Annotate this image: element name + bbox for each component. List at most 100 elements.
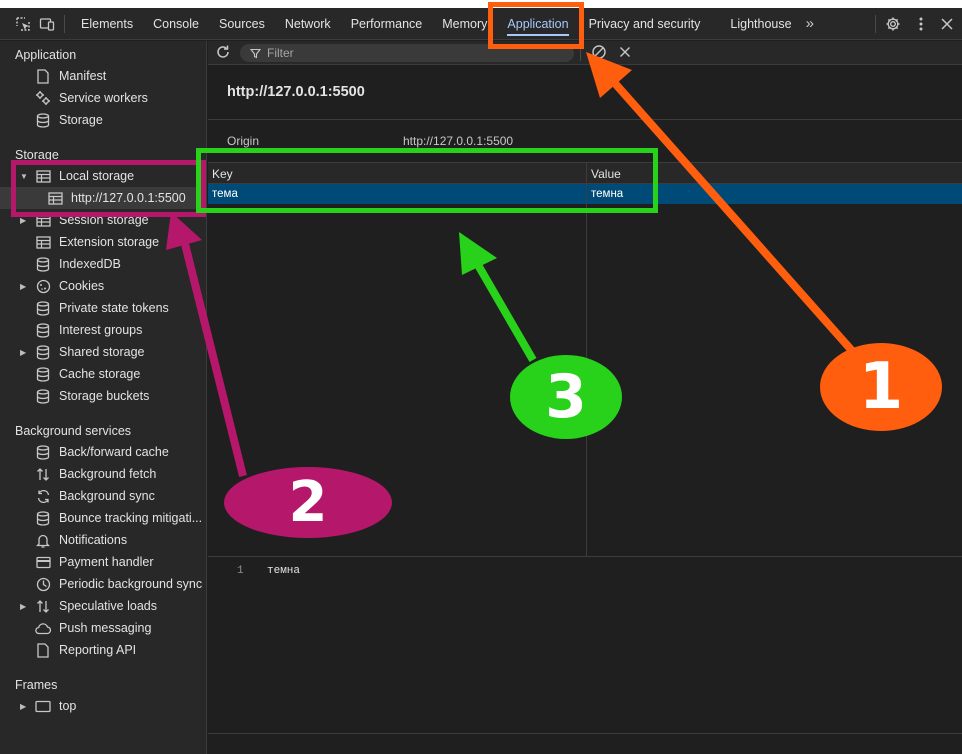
filter-input[interactable]	[267, 46, 547, 60]
tab-performance[interactable]: Performance	[341, 8, 433, 40]
tab-lighthouse[interactable]: Lighthouse	[720, 8, 801, 40]
gear-icon[interactable]	[882, 13, 904, 35]
tab-application[interactable]: Application	[497, 8, 578, 40]
table-icon	[35, 168, 51, 184]
collapsed-arrow-icon[interactable]: ▶	[20, 695, 28, 717]
sidebar-item-private-state-tokens[interactable]: Private state tokens	[0, 297, 206, 319]
sidebar-item-label: Background sync	[59, 489, 155, 503]
sidebar-item-cookies[interactable]: ▶ Cookies	[0, 275, 206, 297]
sidebar-item-label: Background fetch	[59, 467, 157, 481]
sidebar-item-local-storage[interactable]: ▼ Local storage	[0, 165, 206, 187]
annotation-bubble-3: 3	[510, 355, 622, 439]
sidebar-item-indexeddb[interactable]: IndexedDB	[0, 253, 206, 275]
sidebar-item-label: Private state tokens	[59, 301, 169, 315]
collapsed-arrow-icon[interactable]: ▶	[20, 209, 28, 231]
sidebar-item-label: Periodic background sync	[59, 577, 203, 591]
sidebar-item-background-sync[interactable]: Background sync	[0, 485, 206, 507]
tab-memory[interactable]: Memory	[432, 8, 497, 40]
toolbar-divider	[64, 14, 65, 33]
sidebar-item-background-fetch[interactable]: Background fetch	[0, 463, 206, 485]
sidebar-item-extension-storage[interactable]: Extension storage	[0, 231, 206, 253]
delete-selected-icon[interactable]	[619, 46, 631, 61]
device-toolbar-icon[interactable]	[36, 13, 58, 35]
sidebar-item-storage[interactable]: Storage	[0, 109, 206, 131]
collapsed-arrow-icon[interactable]: ▶	[20, 595, 28, 617]
cell-value[interactable]: темна	[591, 188, 623, 200]
line-number: 1	[237, 565, 244, 577]
sidebar-item-periodic-background-sync[interactable]: Periodic background sync	[0, 573, 206, 595]
clock-icon	[35, 576, 51, 592]
database-icon	[35, 444, 51, 460]
expanded-arrow-icon[interactable]: ▼	[20, 165, 28, 187]
section-title-background-services: Background services	[15, 424, 132, 438]
devtools-tabbar: Elements Console Sources Network Perform…	[0, 8, 962, 40]
sidebar-item-cache-storage[interactable]: Cache storage	[0, 363, 206, 385]
sidebar-item-shared-storage[interactable]: ▶ Shared storage	[0, 341, 206, 363]
storage-toolbar	[208, 41, 962, 65]
sidebar-item-interest-groups[interactable]: Interest groups	[0, 319, 206, 341]
window-icon	[35, 698, 51, 714]
cell-key[interactable]: тема	[212, 188, 238, 200]
sidebar-item-local-storage-origin[interactable]: http://127.0.0.1:5500	[0, 187, 206, 209]
toolbar-divider	[580, 45, 581, 61]
sidebar-item-label: Local storage	[59, 169, 135, 183]
sidebar-item-label: Service workers	[59, 91, 148, 105]
column-header-value[interactable]: Value	[591, 167, 621, 181]
annotation-bubble-2: 2	[224, 467, 392, 538]
more-tabs-icon[interactable]: »	[802, 8, 818, 40]
bell-icon	[35, 532, 51, 548]
table-icon	[35, 234, 51, 250]
table-row[interactable]: тема темна	[208, 184, 962, 204]
tab-sources[interactable]: Sources	[209, 8, 275, 40]
sidebar-item-storage-buckets[interactable]: Storage buckets	[0, 385, 206, 407]
sidebar-item-push-messaging[interactable]: Push messaging	[0, 617, 206, 639]
file-icon	[35, 642, 51, 658]
sidebar-item-label: Speculative loads	[59, 599, 157, 613]
sidebar-item-label: Manifest	[59, 69, 107, 83]
database-icon	[35, 256, 51, 272]
database-icon	[35, 112, 51, 128]
filter-box	[240, 44, 574, 62]
collapsed-arrow-icon[interactable]: ▶	[20, 341, 28, 363]
origin-heading: http://127.0.0.1:5500	[227, 84, 365, 100]
section-title-frames: Frames	[15, 678, 58, 692]
clear-all-icon[interactable]	[591, 44, 607, 63]
sidebar-item-label: Back/forward cache	[59, 445, 169, 459]
vertical-dots-icon[interactable]	[910, 13, 932, 35]
sidebar-item-label: top	[59, 699, 77, 713]
sidebar-item-label: Cookies	[59, 279, 105, 293]
section-title-storage: Storage	[15, 148, 59, 162]
sidebar-item-manifest[interactable]: Manifest	[0, 65, 206, 87]
divider	[208, 119, 962, 120]
tab-console[interactable]: Console	[143, 8, 209, 40]
tab-privacy-and-security[interactable]: Privacy and security	[579, 8, 711, 40]
sidebar-item-speculative-loads[interactable]: ▶ Speculative loads	[0, 595, 206, 617]
toolbar-right-actions	[869, 8, 962, 40]
database-icon	[35, 322, 51, 338]
tab-network[interactable]: Network	[275, 8, 341, 40]
sidebar-item-session-storage[interactable]: ▶ Session storage	[0, 209, 206, 231]
file-icon	[35, 68, 51, 84]
cookie-icon	[35, 278, 51, 294]
sidebar-item-payment-handler[interactable]: Payment handler	[0, 551, 206, 573]
sidebar-item-frame-top[interactable]: ▶ top	[0, 695, 206, 717]
sidebar-item-bounce-tracking[interactable]: Bounce tracking mitigati...	[0, 507, 206, 529]
refresh-icon[interactable]	[215, 44, 231, 63]
close-icon[interactable]	[936, 13, 958, 35]
toolbar-divider	[875, 15, 876, 33]
divider	[208, 733, 962, 734]
tab-elements[interactable]: Elements	[71, 8, 143, 40]
sidebar-item-back-forward-cache[interactable]: Back/forward cache	[0, 441, 206, 463]
sidebar-item-label: Push messaging	[59, 621, 152, 635]
sidebar-item-service-workers[interactable]: Service workers	[0, 87, 206, 109]
inspect-element-icon[interactable]	[12, 13, 34, 35]
collapsed-arrow-icon[interactable]: ▶	[20, 275, 28, 297]
database-icon	[35, 510, 51, 526]
sidebar-item-notifications[interactable]: Notifications	[0, 529, 206, 551]
sidebar-item-label: Session storage	[59, 213, 149, 227]
origin-label: Origin	[227, 134, 260, 148]
column-header-key[interactable]: Key	[212, 167, 233, 181]
origin-value: http://127.0.0.1:5500	[403, 134, 514, 148]
application-sidebar: Application Manifest Service workers Sto…	[0, 41, 207, 754]
sidebar-item-reporting-api[interactable]: Reporting API	[0, 639, 206, 661]
